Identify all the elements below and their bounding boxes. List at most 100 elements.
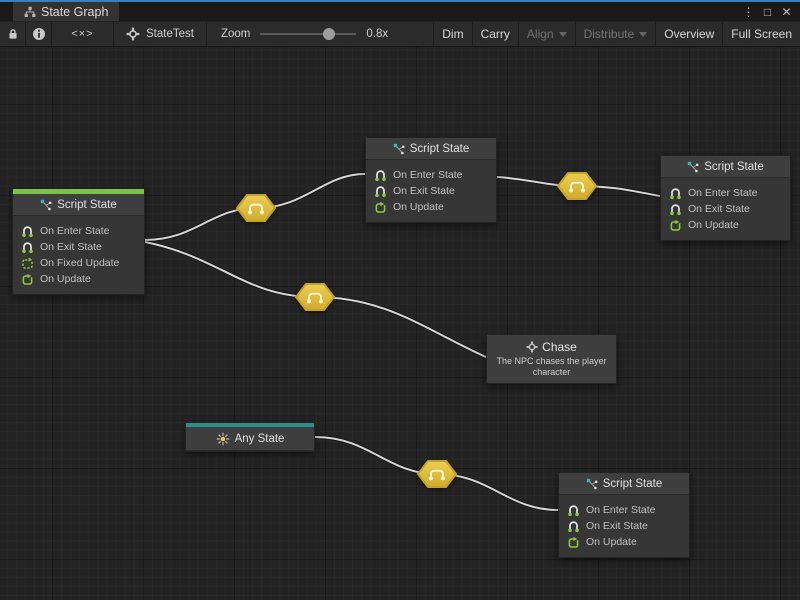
tab-state-graph[interactable]: State Graph [13,2,119,21]
event-label: On Update [586,536,637,548]
script-state-icon [687,161,699,173]
state-graph-window: State Graph ⋮ □ ✕ [0,0,800,600]
node-title: Script State [704,161,763,173]
node-header[interactable]: Script State [13,194,144,216]
node-body: On Enter State On Exit State [366,160,496,222]
titlebar: State Graph ⋮ □ ✕ [0,2,800,21]
overview-button-label: Overview [664,27,714,41]
dim-button-label: Dim [442,27,463,41]
close-icon[interactable]: ✕ [779,5,794,19]
node-body: On Enter State On Exit State [661,178,790,240]
transition-node[interactable] [294,279,336,315]
distribute-dropdown-button[interactable]: Distribute [575,22,656,46]
transition-node[interactable] [556,168,598,204]
fullscreen-button[interactable]: Full Screen [722,22,800,46]
chevron-down-icon [639,32,647,37]
node-start-state[interactable]: Script State On Enter State [12,188,145,295]
crosshair-icon [526,341,538,353]
node-header[interactable]: Any State [186,427,314,451]
carry-button-label: Carry [481,27,510,41]
node-top-middle-state[interactable]: Script State On Enter State [365,137,497,223]
graph-selector[interactable]: StateTest [114,22,207,46]
event-row[interactable]: On Enter State [669,185,790,201]
lock-button[interactable] [0,22,26,46]
event-row[interactable]: On Enter State [567,502,689,518]
exit-state-icon [21,241,34,254]
graph-tree-icon [24,6,36,18]
event-label: On Exit State [586,520,648,532]
transition-node[interactable] [235,190,277,226]
event-row[interactable]: On Update [567,534,689,550]
event-row[interactable]: On Exit State [567,518,689,534]
update-icon [21,273,34,286]
node-chase-state[interactable]: Chase The NPC chases the player characte… [486,334,617,384]
graph-name-label: StateTest [146,28,194,40]
exit-state-icon [669,203,682,216]
event-label: On Enter State [688,187,757,199]
window-menu-icon[interactable]: ⋮ [741,5,756,19]
node-any-state[interactable]: Any State [185,422,315,452]
info-icon [32,27,46,41]
event-label: On Update [40,273,91,285]
overview-button[interactable]: Overview [655,22,722,46]
event-row[interactable]: On Exit State [374,183,496,199]
enter-state-icon [374,169,387,182]
event-row[interactable]: On Update [374,199,496,215]
info-button[interactable] [26,22,52,46]
node-title: Script State [603,478,662,490]
carry-button[interactable]: Carry [472,22,518,46]
script-state-icon [586,478,598,490]
zoom-slider-handle[interactable] [323,28,335,40]
update-icon [669,219,682,232]
graph-canvas[interactable]: Script State On Enter State [0,47,800,600]
crosshair-icon [126,27,140,41]
distribute-button-label: Distribute [584,27,635,41]
event-label: On Exit State [393,185,455,197]
chevron-down-icon [559,32,567,37]
event-row[interactable]: On Update [21,271,144,287]
node-bottom-right-state[interactable]: Script State On Enter State [558,472,690,558]
node-top-right-state[interactable]: Script State On Enter State [660,155,791,241]
code-view-button[interactable]: <×> [52,22,114,46]
node-header[interactable]: Script State [559,473,689,495]
toolbar: <×> StateTest Zoom 0.8x Dim [0,21,800,47]
script-state-icon [40,199,52,211]
enter-state-icon [567,504,580,517]
transition-node[interactable] [416,456,458,492]
node-description: The NPC chases the player character [491,356,612,378]
dim-button[interactable]: Dim [433,22,471,46]
event-label: On Fixed Update [40,257,119,269]
titlebar-spacer [119,2,741,21]
align-dropdown-button[interactable]: Align [518,22,575,46]
maximize-icon[interactable]: □ [760,5,775,19]
update-icon [374,201,387,214]
node-title: Any State [235,433,285,445]
event-row[interactable]: On Update [669,217,790,233]
fixed-update-icon [21,257,34,270]
node-header[interactable]: Script State [366,138,496,160]
zoom-slider[interactable] [260,28,356,40]
event-row[interactable]: On Exit State [21,239,144,255]
event-label: On Enter State [393,169,462,181]
event-row[interactable]: On Fixed Update [21,255,144,271]
zoom-value: 0.8x [366,28,388,40]
event-row[interactable]: On Exit State [669,201,790,217]
event-label: On Enter State [586,504,655,516]
node-title: Script State [57,199,116,211]
event-row[interactable]: On Enter State [374,167,496,183]
event-label: On Enter State [40,225,109,237]
node-title: Chase [542,340,577,354]
node-body: On Enter State On Exit State [13,216,144,294]
exit-state-icon [374,185,387,198]
exit-state-icon [567,520,580,533]
node-header[interactable]: Script State [661,156,790,178]
event-label: On Exit State [688,203,750,215]
event-label: On Exit State [40,241,102,253]
update-icon [567,536,580,549]
any-state-icon [216,432,230,446]
window-controls: ⋮ □ ✕ [741,2,800,21]
script-state-icon [393,143,405,155]
align-button-label: Align [527,27,554,41]
event-row[interactable]: On Enter State [21,223,144,239]
node-body: On Enter State On Exit State [559,495,689,557]
